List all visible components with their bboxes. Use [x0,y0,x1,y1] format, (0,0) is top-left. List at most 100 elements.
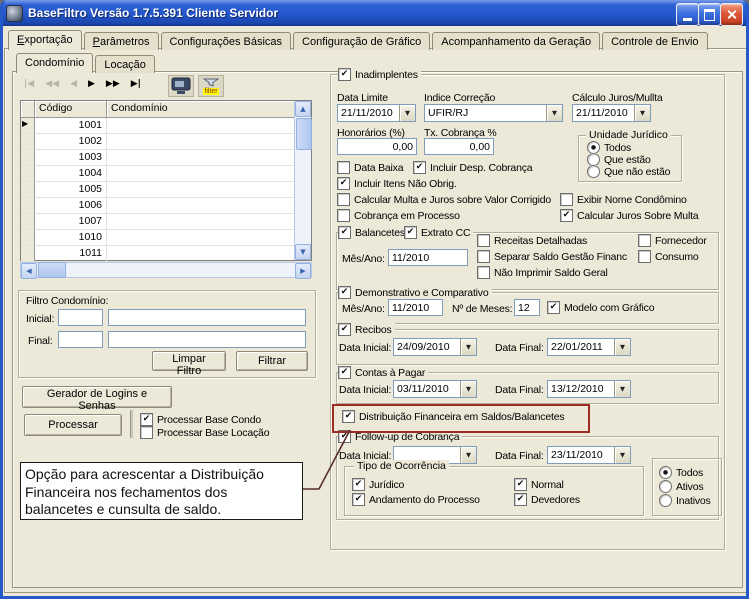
tab-condominio[interactable]: Condomínio [16,53,93,73]
demonstrativo-mes-ano-field[interactable] [388,299,443,316]
radio-status-todos[interactable]: ● Todos [659,466,706,479]
scroll-down-icon[interactable]: ▼ [295,244,311,260]
inadimplentes-checkbox[interactable]: ✔ Inadimplentes [338,68,421,81]
cell-codigo[interactable]: 1003 [35,150,107,166]
radio-status-ativos[interactable]: Ativos [659,480,706,493]
chevron-down-icon[interactable]: ▼ [634,105,650,121]
cell-condominio[interactable] [107,166,295,182]
radio-status-inativos[interactable]: Inativos [659,494,714,507]
followup-data-final-combobox[interactable]: 23/11/2010 ▼ [547,446,631,464]
cell-condominio[interactable] [107,246,295,262]
devedores-checkbox[interactable]: ✔ Devedores [514,493,583,506]
exibir-nome-condomino-checkbox[interactable]: Exibir Nome Condômino [560,193,690,206]
processar-button[interactable]: Processar [24,414,122,436]
calcular-multa-juros-checkbox[interactable]: Calcular Multa e Juros sobre Valor Corri… [337,193,554,206]
vertical-scrollbar[interactable]: ▲ ▼ [294,101,311,260]
maximize-button[interactable] [698,3,721,26]
nav-prior-page-icon[interactable]: ◀◀ [45,79,59,89]
cell-codigo[interactable]: 1002 [35,134,107,150]
chevron-down-icon[interactable]: ▼ [614,447,630,463]
cell-condominio[interactable] [107,150,295,166]
consumo-checkbox[interactable]: Consumo [638,250,702,263]
scrollbar-thumb[interactable] [38,262,66,278]
processar-base-condo-checkbox[interactable]: ✔ Processar Base Condo [140,413,264,426]
recibos-checkbox[interactable]: ✔ Recibos [338,323,395,336]
tab-parametros[interactable]: Parâmetros [84,32,159,50]
contas-data-inicial-combobox[interactable]: 03/11/2010 ▼ [393,380,477,398]
nav-prior-icon[interactable]: ◀ [70,79,77,89]
filtro-final-codigo-field[interactable] [58,331,103,348]
separar-saldo-checkbox[interactable]: Separar Saldo Gestão Financ [477,250,630,263]
tab-configuracoes-basicas[interactable]: Configurações Básicas [161,32,292,50]
filtro-inicial-codigo-field[interactable] [58,309,103,326]
grid-header-codigo[interactable]: Código [35,101,107,118]
cell-condominio[interactable] [107,198,295,214]
juridico-checkbox[interactable]: ✔ Jurídico [352,478,407,491]
nav-last-icon[interactable]: ▶| [131,79,141,89]
distribuicao-financeira-checkbox[interactable]: ✔ Distribuição Financeira em Saldos/Bala… [342,410,567,423]
indice-correcao-combobox[interactable]: UFIR/RJ ▼ [424,104,563,122]
balancetes-checkbox[interactable]: ✔ Balancetes [338,226,408,239]
contas-data-final-combobox[interactable]: 13/12/2010 ▼ [547,380,631,398]
recibos-data-inicial-combobox[interactable]: 24/09/2010 ▼ [393,338,477,356]
table-row[interactable]: 1002 [21,134,311,150]
calcular-juros-sobre-multa-checkbox[interactable]: ✔ Calcular Juros Sobre Multa [560,209,701,222]
scroll-up-icon[interactable]: ▲ [295,101,311,117]
incluir-itens-nao-obrig-checkbox[interactable]: ✔ Incluir Itens Não Obrig. [337,177,460,190]
cell-codigo[interactable]: 1006 [35,198,107,214]
cell-codigo[interactable]: 1005 [35,182,107,198]
table-row[interactable]: 1010 [21,230,311,246]
cell-condominio[interactable] [107,214,295,230]
data-baixa-checkbox[interactable]: Data Baixa [337,161,406,174]
cell-condominio[interactable] [107,230,295,246]
table-row[interactable]: ▶ 1001 [21,118,311,134]
condominio-grid[interactable]: Código Condomínio ▶ 1001 1002 1003 1004 … [20,100,312,261]
cell-condominio[interactable] [107,134,295,150]
chevron-down-icon[interactable]: ▼ [614,381,630,397]
table-row[interactable]: 1007 [21,214,311,230]
recibos-data-final-combobox[interactable]: 22/01/2011 ▼ [547,338,631,356]
normal-checkbox[interactable]: ✔ Normal [514,478,567,491]
chevron-down-icon[interactable]: ▼ [546,105,562,121]
table-row[interactable]: 1004 [21,166,311,182]
computer-icon-button[interactable] [168,75,194,97]
table-row[interactable]: 1006 [21,198,311,214]
tab-acompanhamento-geracao[interactable]: Acompanhamento da Geração [432,32,600,50]
contas-pagar-checkbox[interactable]: ✔ Contas à Pagar [338,366,428,379]
chevron-down-icon[interactable]: ▼ [614,339,630,355]
nav-next-page-icon[interactable]: ▶▶ [106,79,120,89]
limpar-filtro-button[interactable]: Limpar Filtro [152,351,226,371]
scroll-left-icon[interactable]: ◀ [21,263,37,279]
honorarios-field[interactable] [337,138,417,155]
chevron-down-icon[interactable]: ▼ [460,339,476,355]
close-button[interactable] [720,3,743,26]
followup-cobranca-checkbox[interactable]: ✔ Follow-up de Cobrança [338,430,462,443]
nav-next-icon[interactable]: ▶ [88,79,95,89]
modelo-com-grafico-checkbox[interactable]: ✔ Modelo com Gráfico [547,301,657,314]
andamento-processo-checkbox[interactable]: ✔ Andamento do Processo [352,493,483,506]
incluir-desp-cobranca-checkbox[interactable]: ✔ Incluir Desp. Cobrança [413,161,535,174]
table-row[interactable]: 1011 [21,246,311,262]
cell-codigo[interactable]: 1010 [35,230,107,246]
horizontal-scrollbar[interactable]: ◀ ▶ [20,262,312,278]
cell-condominio[interactable] [107,182,295,198]
num-meses-field[interactable] [514,299,540,316]
processar-base-locacao-checkbox[interactable]: Processar Base Locação [140,426,272,439]
tx-cobranca-field[interactable] [424,138,494,155]
fornecedor-checkbox[interactable]: Fornecedor [638,234,710,247]
demonstrativo-checkbox[interactable]: ✔ Demonstrativo e Comparativo [338,286,492,299]
tab-configuracao-grafico[interactable]: Configuração de Gráfico [293,32,430,50]
chevron-down-icon[interactable]: ▼ [399,105,415,121]
table-row[interactable]: 1005 [21,182,311,198]
tab-exportacao[interactable]: Exportação [8,30,82,50]
nav-first-icon[interactable]: |◀ [24,79,34,89]
nao-imprimir-saldo-checkbox[interactable]: Não Imprimir Saldo Geral [477,266,611,279]
cell-codigo[interactable]: 1007 [35,214,107,230]
filtro-inicial-nome-field[interactable] [108,309,306,326]
chevron-down-icon[interactable]: ▼ [460,447,476,463]
filter-button[interactable]: filter [198,75,224,97]
cell-codigo[interactable]: 1001 [35,118,107,134]
grid-header-condominio[interactable]: Condomínio [107,101,295,118]
tab-controle-envio[interactable]: Controle de Envio [602,32,707,50]
table-row[interactable]: 1003 [21,150,311,166]
